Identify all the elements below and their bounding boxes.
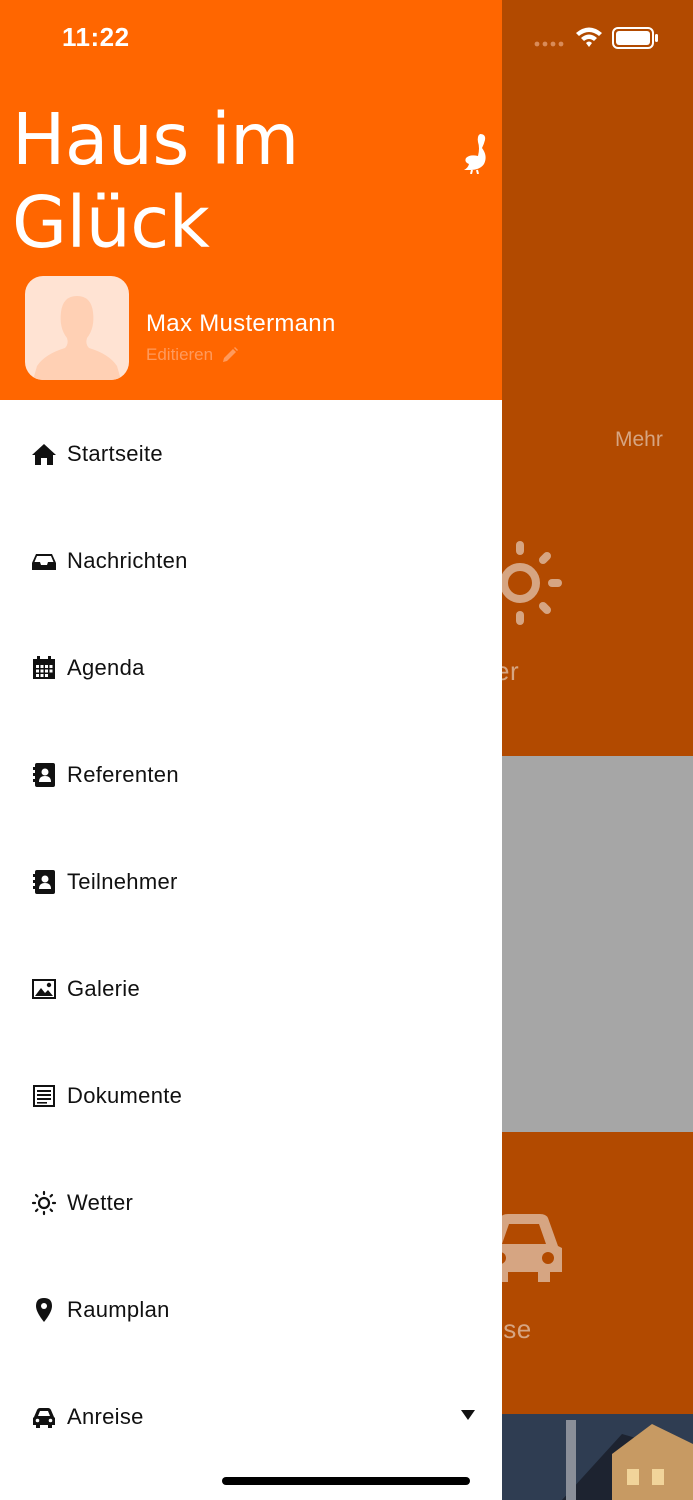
menu-item-label: Agenda bbox=[67, 654, 145, 680]
menu-item-label: Dokumente bbox=[67, 1082, 183, 1108]
menu-item-raumplan[interactable]: Raumplan bbox=[0, 1256, 502, 1363]
map-marker-icon bbox=[31, 1297, 57, 1323]
image-icon bbox=[31, 976, 57, 1002]
battery-icon bbox=[612, 27, 658, 49]
menu-item-label: Raumplan bbox=[67, 1296, 170, 1322]
avatar[interactable] bbox=[25, 276, 129, 380]
calendar-icon bbox=[31, 655, 57, 681]
home-icon bbox=[31, 441, 57, 467]
user-name: Max Mustermann bbox=[146, 310, 336, 337]
menu-item-label: Teilnehmer bbox=[67, 868, 178, 894]
menu-item-galerie[interactable]: Galerie bbox=[0, 935, 502, 1042]
caret-down-icon[interactable] bbox=[460, 1409, 476, 1421]
drawer-header: Haus im Glück Max Mustermann Editieren bbox=[0, 0, 502, 400]
wifi-icon bbox=[576, 27, 602, 47]
document-icon bbox=[31, 1083, 57, 1109]
navigation-drawer: Haus im Glück Max Mustermann Editieren S… bbox=[0, 0, 502, 1500]
edit-profile-link[interactable]: Editieren bbox=[146, 345, 239, 365]
status-bar-icons bbox=[534, 27, 658, 49]
menu-item-agenda[interactable]: Agenda bbox=[0, 614, 502, 721]
signal-icon bbox=[534, 41, 564, 47]
inbox-icon bbox=[31, 548, 57, 574]
menu-item-dokumente[interactable]: Dokumente bbox=[0, 1042, 502, 1149]
status-bar-time: 11:22 bbox=[62, 22, 130, 52]
menu-item-nachrichten[interactable]: Nachrichten bbox=[0, 507, 502, 614]
contacts-book-icon bbox=[31, 762, 57, 788]
menu-item-label: Anreise bbox=[67, 1403, 144, 1429]
menu-item-label: Wetter bbox=[67, 1189, 134, 1215]
menu-item-wetter[interactable]: Wetter bbox=[0, 1149, 502, 1256]
menu-item-teilnehmer[interactable]: Teilnehmer bbox=[0, 828, 502, 935]
menu-item-startseite[interactable]: Startseite bbox=[0, 400, 502, 507]
pencil-icon bbox=[223, 347, 239, 362]
sun-icon bbox=[31, 1190, 57, 1216]
contacts-book-icon bbox=[31, 869, 57, 895]
menu-item-anreise[interactable]: Anreise bbox=[0, 1363, 502, 1470]
drawer-menu: Startseite Nachrichten Agenda Referenten… bbox=[0, 400, 502, 1470]
user-silhouette-icon bbox=[33, 296, 121, 380]
more-link[interactable]: Mehr bbox=[615, 428, 663, 452]
background-photo bbox=[502, 1414, 693, 1500]
menu-item-label: Startseite bbox=[67, 440, 163, 466]
goose-logo-icon bbox=[464, 134, 486, 174]
edit-label: Editieren bbox=[146, 345, 214, 364]
menu-item-referenten[interactable]: Referenten bbox=[0, 721, 502, 828]
brand-logo: Haus im Glück bbox=[12, 98, 299, 264]
menu-item-label: Nachrichten bbox=[67, 547, 188, 573]
home-indicator[interactable] bbox=[222, 1477, 470, 1485]
car-icon bbox=[31, 1404, 57, 1430]
menu-item-label: Galerie bbox=[67, 975, 141, 1001]
menu-item-label: Referenten bbox=[67, 761, 179, 787]
